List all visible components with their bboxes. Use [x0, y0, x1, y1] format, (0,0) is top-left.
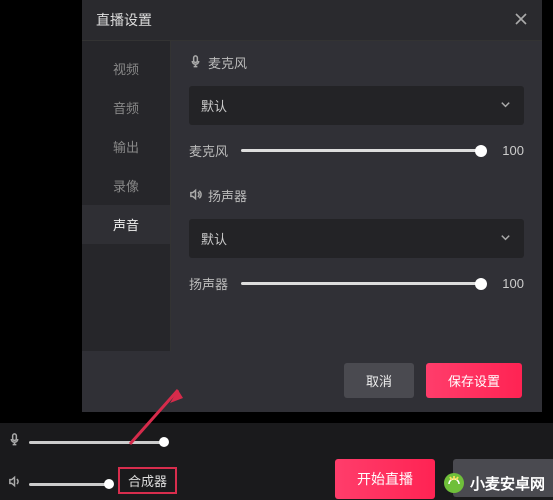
mic-volume-slider[interactable] — [241, 149, 486, 152]
bottom-mic-track[interactable] — [29, 441, 168, 444]
cancel-button[interactable]: 取消 — [344, 363, 414, 398]
speaker-section-text: 扬声器 — [208, 186, 247, 205]
speaker-volume-slider[interactable] — [241, 282, 486, 285]
tab-output[interactable]: 输出 — [82, 127, 170, 166]
mic-slider-row: 麦克风 100 — [189, 141, 524, 160]
speaker-select-value: 默认 — [201, 229, 227, 248]
mic-slider-thumb[interactable] — [475, 145, 487, 157]
microphone-icon — [8, 433, 21, 451]
tab-video[interactable]: 视频 — [82, 49, 170, 88]
speaker-slider-value: 100 — [496, 276, 524, 291]
microphone-icon — [189, 55, 202, 71]
start-stream-button[interactable]: 开始直播 — [335, 459, 435, 499]
mic-slider-label: 麦克风 — [189, 141, 231, 160]
speaker-slider-label: 扬声器 — [189, 274, 231, 293]
speaker-slider-thumb[interactable] — [475, 278, 487, 290]
bottom-mic-slider[interactable] — [8, 433, 168, 451]
modal-footer: 取消 保存设置 — [82, 351, 542, 412]
mixer-button[interactable]: 合成器 — [118, 467, 177, 494]
sound-panel: 麦克风 默认 麦克风 100 扬声器 — [170, 41, 542, 351]
bottom-speaker-thumb[interactable] — [104, 479, 114, 489]
modal-title: 直播设置 — [96, 10, 152, 30]
mic-section-text: 麦克风 — [208, 53, 247, 72]
settings-tabs: 视频 音频 输出 录像 声音 — [82, 41, 170, 351]
mic-section-label: 麦克风 — [189, 53, 524, 72]
tab-sound[interactable]: 声音 — [82, 205, 170, 244]
mic-slider-value: 100 — [496, 143, 524, 158]
speaker-slider-row: 扬声器 100 — [189, 274, 524, 293]
mic-device-select[interactable]: 默认 — [189, 86, 524, 125]
modal-body: 视频 音频 输出 录像 声音 麦克风 默认 麦克风 — [82, 40, 542, 351]
chevron-down-icon — [499, 98, 512, 114]
save-button[interactable]: 保存设置 — [426, 363, 522, 398]
bottom-right-button[interactable] — [453, 459, 553, 497]
tab-audio[interactable]: 音频 — [82, 88, 170, 127]
close-icon[interactable] — [514, 12, 528, 29]
speaker-icon — [8, 475, 21, 493]
bottom-mic-thumb[interactable] — [159, 437, 169, 447]
modal-header: 直播设置 — [82, 0, 542, 40]
bottom-speaker-slider[interactable] — [8, 475, 113, 493]
bottom-speaker-track[interactable] — [29, 483, 113, 486]
bottom-bar: 合成器 开始直播 — [0, 423, 553, 500]
speaker-device-select[interactable]: 默认 — [189, 219, 524, 258]
settings-modal: 直播设置 视频 音频 输出 录像 声音 麦克风 默认 — [82, 0, 542, 412]
mic-select-value: 默认 — [201, 96, 227, 115]
speaker-section-label: 扬声器 — [189, 186, 524, 205]
tab-record[interactable]: 录像 — [82, 166, 170, 205]
speaker-icon — [189, 188, 202, 204]
chevron-down-icon — [499, 231, 512, 247]
